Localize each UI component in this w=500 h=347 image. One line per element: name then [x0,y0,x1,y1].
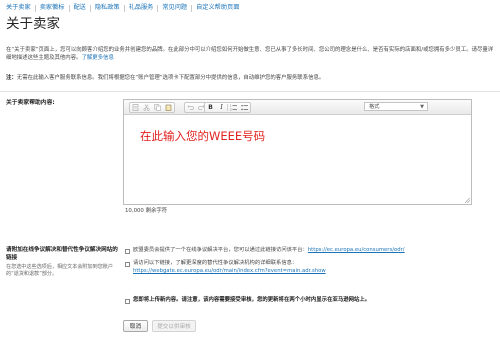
tab-faq[interactable]: 常见问题 [158,2,191,14]
clipboard-button-group [129,102,175,113]
note-paragraph: 注：无需在此输入客户服务联系信息。我们将根据您在“账户管理”选项卡下配置部分中提… [6,74,494,82]
italic-icon[interactable]: I [216,103,227,112]
odr-platform-text: 欧盟委员会提供了一个在线争议解决平台，您可以通过此链接访问该平台： [133,247,308,253]
cut-icon[interactable] [141,103,152,112]
intro-paragraph: 在“关于卖家”页面上，您可以向顾客介绍您的业务并创建您的品牌。在此部分中可以介绍… [6,46,494,63]
svg-text:2: 2 [230,107,232,111]
confirm-upload-checkbox[interactable] [125,299,130,304]
format-dropdown[interactable]: 格式 ▼ [364,102,428,111]
bold-icon[interactable]: B [205,103,216,112]
tab-gift-services[interactable]: 礼品服务 [125,2,158,14]
tab-custom-help-pages[interactable]: 自定义帮助页面 [192,2,243,14]
adr-bodies-option: 请访问以下链接，了解更深度的替代性争议解决机构的详细联系信息： https://… [133,259,493,275]
adr-bodies-link[interactable]: https://webgate.ec.europa.eu/odr/main/in… [133,268,326,274]
page-title: 关于卖家 [6,16,60,32]
confirm-upload-text: 您即将上传新内容。请注意，该内容需要接受审核，您的更新将在两个小时内显示在亚马逊… [133,297,371,303]
learn-more-link[interactable]: 了解更多信息 [81,55,113,61]
note-label: 注： [6,75,17,81]
tab-about-seller[interactable]: 关于卖家 [6,2,35,14]
adr-bodies-checkbox[interactable] [125,262,130,267]
paste-icon[interactable] [163,103,174,112]
tab-shipping[interactable]: 配送 [70,2,90,14]
format-button-group: B I 12 [204,102,251,113]
editor-content[interactable]: 在此输入您的WEEE号码 [140,129,265,143]
numbered-list-icon[interactable]: 12 [228,103,239,112]
chevron-down-icon: ▼ [420,104,424,110]
adr-bodies-text: 请访问以下链接，了解更深度的替代性争议解决机构的详细联系信息： [133,260,298,266]
resize-handle-icon[interactable] [465,198,470,203]
tab-bar: 关于卖家 卖家徽标 配送 隐私政策 礼品服务 常见问题 自定义帮助页面 [6,2,243,14]
intro-text: 在“关于卖家”页面上，您可以向顾客介绍您的业务并创建您的品牌。在此部分中可以介绍… [6,47,494,62]
tab-seller-logo[interactable]: 卖家徽标 [36,2,69,14]
format-dropdown-label: 格式 [369,104,380,110]
cancel-button[interactable]: 取消 [123,320,148,332]
dispute-section-help: 在您选中这些选项后，相应文本会附加到您账户的“退货和退款”部分。 [6,264,113,278]
svg-text:1: 1 [230,104,232,108]
dispute-section-title: 请附加在线争议解决和替代性争议解决网站的链接 [6,247,118,261]
source-icon[interactable] [130,103,141,112]
submit-for-review-button[interactable]: 提交以供审核 [152,320,196,332]
odr-platform-option: 欧盟委员会提供了一个在线争议解决平台，您可以通过此链接访问该平台：https:/… [133,246,493,254]
copy-icon[interactable] [152,103,163,112]
undo-icon[interactable] [185,103,196,112]
rich-text-editor[interactable]: B I 12 格式 ▼ 在此输入您的WEEE号码 [123,99,472,205]
bulleted-list-icon[interactable] [239,103,250,112]
about-content-label: 关于卖家帮助内容: [6,100,55,106]
tab-privacy-policy[interactable]: 隐私政策 [91,2,124,14]
odr-platform-link[interactable]: https://ec.europa.eu/consumers/odr/ [308,247,405,253]
odr-platform-checkbox[interactable] [125,249,130,254]
section-divider [0,91,500,92]
remaining-characters: 10,000 剩余字符 [125,208,168,214]
note-text: 无需在此输入客户服务联系信息。我们将根据您在“账户管理”选项卡下配置部分中提供的… [16,75,325,81]
editor-toolbar: B I 12 格式 ▼ [124,100,471,115]
